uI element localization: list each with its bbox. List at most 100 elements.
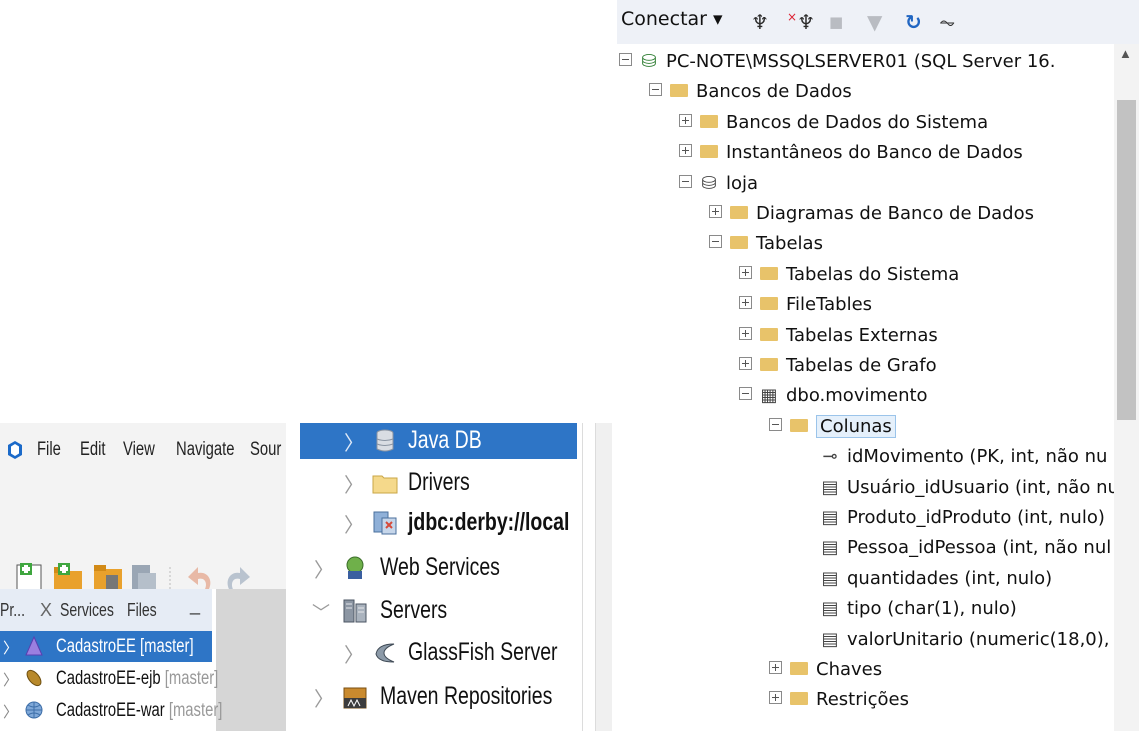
service-label: Maven Repositories [380,682,553,710]
chevron-right-icon[interactable]: 〉 [344,427,364,456]
service-item-servers[interactable]: ﹀ Servers [300,593,577,629]
chevron-down-icon[interactable]: ﹀ [312,599,330,625]
column-icon: ▤ [821,476,839,498]
service-item-web-services[interactable]: 〉 Web Services [300,550,577,586]
expand-arrow-icon[interactable]: 〉 [3,669,18,690]
tree-node-label: idMovimento (PK, int, não nu [847,446,1108,468]
expand-plus-icon[interactable] [769,691,782,705]
column-icon: ▤ [821,598,839,620]
collapse-minus-icon[interactable] [649,83,662,97]
connect-dropdown[interactable]: Conectar ▾ [621,8,723,30]
service-item-drivers[interactable]: 〉 Drivers [300,465,577,501]
tree-node-folder[interactable]: Tabelas Externas [739,325,938,353]
tab-projects[interactable]: Pr... [0,600,32,621]
tree-node-folder[interactable]: Diagramas de Banco de Dados [709,203,1034,231]
minimize-icon[interactable]: _ [190,595,200,616]
connect-icon[interactable]: ♆ [751,10,769,34]
expand-arrow-icon[interactable]: 〉 [3,701,18,722]
tree-node-label: tipo (char(1), nulo) [847,598,1017,620]
chevron-right-icon[interactable]: 〉 [344,469,364,498]
primary-key-icon: ⊸ [822,446,838,468]
web-services-icon [346,556,364,579]
project-row-cadastroee[interactable]: 〉 CadastroEE [master] [0,631,212,662]
collapse-minus-icon[interactable] [739,387,752,401]
tab-services[interactable]: Services [60,600,129,621]
chevron-right-icon[interactable]: 〉 [314,683,334,712]
tree-node-column[interactable]: ▤ quantidades (int, nulo) [821,568,1052,596]
project-row-cadastroee-ejb[interactable]: 〉 CadastroEE-ejb [master] [0,663,218,694]
expand-plus-icon[interactable] [709,205,722,218]
tree-node-label: Usuário_idUsuario (int, não nu [847,476,1114,498]
web-module-icon [25,701,43,719]
tree-node-column[interactable]: ▤ Pessoa_idPessoa (int, não nul [821,537,1111,565]
refresh-icon[interactable]: ↻ [905,10,922,34]
tree-node-server[interactable]: ⛁ PC-NOTE\MSSQLSERVER01 (SQL Server 16. [619,51,1055,79]
service-item-maven[interactable]: 〉 Maven Repositories [300,679,577,715]
expand-plus-icon[interactable] [739,265,752,279]
collapse-minus-icon[interactable] [679,174,692,188]
tree-node-folder[interactable]: Bancos de Dados do Sistema [679,112,988,140]
tree-node-column[interactable]: ▤ tipo (char(1), nulo) [821,598,1017,626]
table-icon: ▦ [760,385,778,407]
menu-source[interactable]: Sour [250,439,286,461]
expand-arrow-icon[interactable]: 〉 [3,637,18,658]
scrollbar-track[interactable] [595,423,612,731]
tree-node-label: Colunas [816,414,896,438]
scrollbar-thumb[interactable] [1117,100,1136,420]
database-icon: ⛁ [701,172,717,194]
disconnect-icon[interactable]: ×♆ [787,10,815,34]
collapse-minus-icon[interactable] [769,417,782,431]
tree-node-folder[interactable]: Bancos de Dados [649,81,852,109]
tree-node-folder[interactable]: Chaves [769,659,882,687]
chevron-right-icon[interactable]: 〉 [344,509,364,538]
tree-node-database[interactable]: ⛁ loja [679,173,758,201]
tree-node-label: Chaves [816,659,883,680]
tree-node-column[interactable]: ▤ Usuário_idUsuario (int, não nu [821,477,1114,505]
server-icon: ⛁ [641,51,657,72]
tab-files[interactable]: Files [127,600,165,621]
service-item-java-db[interactable]: 〉 Java DB [300,423,577,459]
tree-node-folder[interactable]: FileTables [739,294,872,322]
tree-node-folder[interactable]: Tabelas do Sistema [739,264,959,292]
expand-plus-icon[interactable] [739,357,752,370]
menu-navigate[interactable]: Navigate [176,439,251,461]
chevron-right-icon[interactable]: 〉 [314,554,334,583]
panel-divider [582,423,583,731]
tree-node-column[interactable]: ▤ valorUnitario (numeric(18,0), r [821,629,1114,657]
tree-node-folder[interactable]: Tabelas [709,233,823,261]
expand-plus-icon[interactable] [679,144,692,158]
service-label: Drivers [408,468,470,496]
glassfish-icon [375,643,395,663]
menu-bar: File Edit View Navigate Sour [0,423,286,483]
service-item-jdbc-connection[interactable]: 〉 jdbc:derby://local [300,505,577,541]
collapse-minus-icon[interactable] [619,53,632,66]
menu-view[interactable]: View [123,439,164,461]
menu-file[interactable]: File [37,439,68,461]
tab-close-icon[interactable]: X [40,600,52,621]
folder-icon [760,327,778,341]
tree-node-column[interactable]: ▤ Produto_idProduto (int, nulo) [821,507,1104,535]
tree-node-folder[interactable]: Restrições [769,689,909,717]
chevron-right-icon[interactable]: 〉 [344,639,364,668]
filter-icon[interactable]: ▼ [867,10,882,34]
expand-plus-icon[interactable] [739,296,752,310]
tree-node-table[interactable]: ▦ dbo.movimento [739,385,928,413]
tree-node-folder[interactable]: Colunas [769,414,896,444]
tree-node-key[interactable]: ⊸ idMovimento (PK, int, não nu [821,446,1107,474]
collapse-minus-icon[interactable] [709,235,722,249]
expand-plus-icon[interactable] [739,326,752,340]
project-row-cadastroee-war[interactable]: 〉 CadastroEE-war [master] [0,695,222,726]
object-explorer-toolbar: Conectar ▾ ♆ ×♆ ■ ▼ ↻ ⏦ [617,0,1139,44]
tree-node-folder[interactable]: Tabelas de Grafo [739,355,937,383]
expand-plus-icon[interactable] [769,661,782,674]
stop-icon[interactable]: ■ [829,13,843,31]
service-item-glassfish[interactable]: 〉 GlassFish Server [300,635,577,671]
expand-plus-icon[interactable] [679,113,692,127]
service-label: Web Services [380,553,500,581]
activity-monitor-icon[interactable]: ⏦ [939,10,955,34]
enterprise-app-icon [25,636,43,656]
menu-edit[interactable]: Edit [80,439,113,461]
folder-icon [760,266,778,280]
scroll-up-arrow-icon[interactable]: ▲ [1119,46,1132,61]
tree-node-folder[interactable]: Instantâneos do Banco de Dados [679,142,1023,170]
